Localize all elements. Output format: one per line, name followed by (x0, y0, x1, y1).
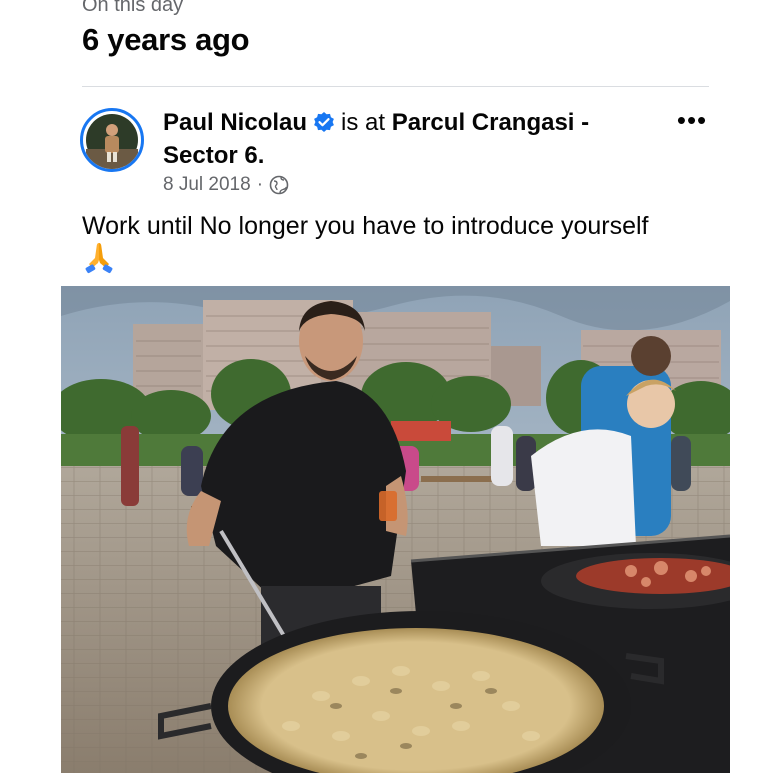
meta-separator: · (256, 174, 264, 195)
post-header: Paul Nicolau is at Parcul Crangasi - Sect… (163, 106, 643, 172)
verified-badge-icon (313, 109, 335, 132)
divider (82, 86, 709, 87)
avatar-image (86, 114, 138, 169)
post-photo[interactable] (61, 286, 730, 773)
avatar[interactable] (80, 108, 144, 172)
memories-label: On this day (82, 0, 184, 16)
globe-icon (269, 175, 289, 195)
folded-hands-icon (82, 240, 116, 274)
author-name[interactable]: Paul Nicolau (163, 109, 307, 136)
is-at-text: is at (341, 109, 386, 136)
post-caption: Work until No longer you have to introdu… (82, 212, 649, 240)
more-options-icon: ••• (676, 105, 708, 135)
post-date[interactable]: 8 Jul 2018 (163, 174, 251, 196)
more-options-button[interactable]: ••• (676, 107, 708, 138)
years-ago-heading: 6 years ago (82, 22, 250, 57)
post-photo-image (61, 286, 730, 773)
post-meta: 8 Jul 2018 · (163, 174, 289, 196)
